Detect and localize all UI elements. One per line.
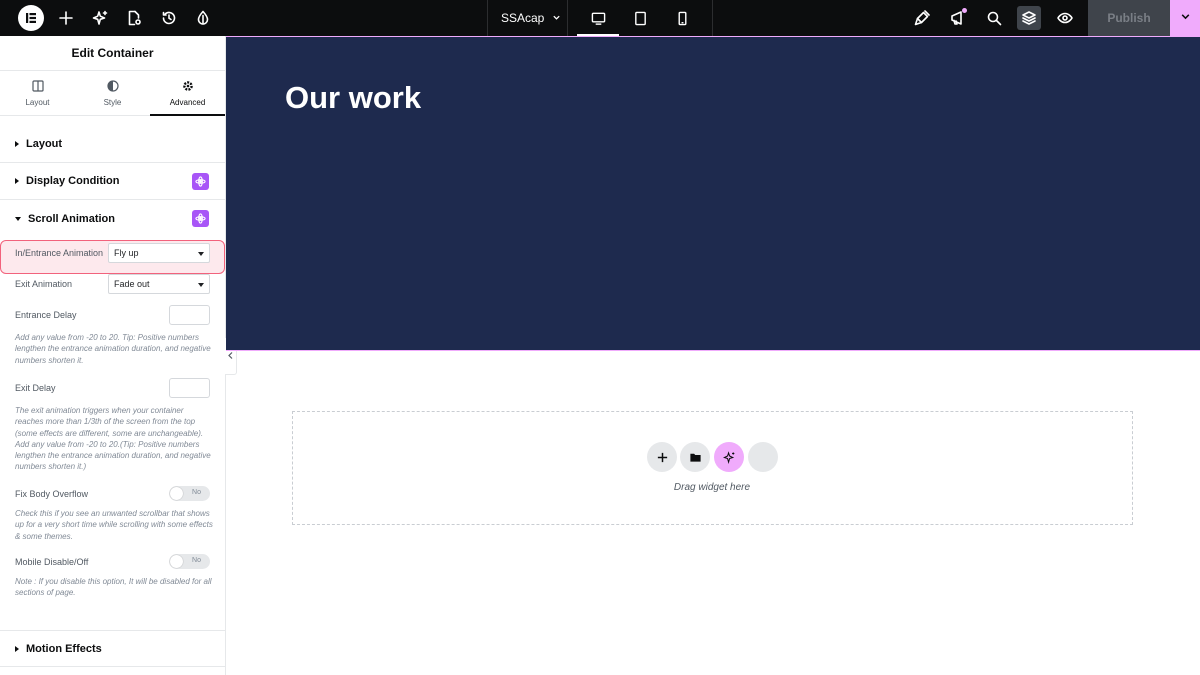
structure-icon[interactable] — [1017, 6, 1041, 30]
caret-right-icon — [15, 178, 19, 184]
chevron-down-icon — [1180, 9, 1191, 27]
caret-right-icon — [15, 141, 19, 147]
device-switcher — [569, 0, 713, 36]
exit-animation-select[interactable]: Fade out — [108, 274, 210, 294]
entrance-delay-input[interactable] — [169, 305, 210, 325]
select-value: Fly up — [114, 248, 139, 258]
template-library-icon[interactable] — [680, 442, 710, 472]
mobile-icon[interactable] — [661, 0, 703, 36]
tab-label: Layout — [25, 97, 50, 107]
exit-delay-note: The exit animation triggers when your co… — [15, 406, 211, 472]
exit-delay-label: Exit Delay — [15, 383, 56, 393]
section-layout[interactable]: Layout — [0, 126, 225, 163]
mobile-disable-label: Mobile Disable/Off — [15, 556, 89, 567]
desktop-icon[interactable] — [577, 0, 619, 36]
toggle-knob — [170, 555, 183, 568]
elementor-logo-icon[interactable] — [18, 5, 44, 31]
mobile-disable-note: Note : If you disable this option, It wi… — [15, 577, 212, 598]
section-label: Motion Effects — [26, 642, 102, 655]
drop-zone-label: Drag widget here — [673, 482, 751, 493]
page-heading[interactable]: Our work — [285, 80, 421, 116]
chevron-left-icon — [227, 351, 234, 362]
mobile-disable-toggle[interactable]: No — [169, 554, 210, 569]
entrance-delay-note: Add any value from -20 to 20. Tip: Posit… — [15, 333, 211, 365]
gear-icon — [182, 80, 194, 98]
toggle-text: No — [192, 557, 201, 564]
exit-delay-input[interactable] — [169, 378, 210, 398]
fix-overflow-label: Fix Body Overflow — [15, 488, 89, 499]
ai-sparkle-icon[interactable] — [88, 6, 112, 30]
tab-layout[interactable]: Layout — [0, 71, 75, 115]
caret-down-icon — [15, 216, 21, 221]
exit-delay-control: Exit Delay — [0, 378, 226, 398]
fix-overflow-toggle[interactable]: No — [169, 486, 210, 501]
panel-tabs: Layout Style Advanced — [0, 71, 225, 116]
site-name-label: SSAcap — [501, 11, 545, 25]
section-label: Layout — [26, 138, 63, 150]
site-settings-icon[interactable] — [191, 6, 215, 30]
exit-animation-label: Exit Animation — [15, 279, 73, 289]
tab-advanced[interactable]: Advanced — [150, 71, 225, 116]
tab-label: Style — [103, 97, 122, 107]
add-element-icon[interactable] — [54, 6, 78, 30]
style-icon — [106, 79, 119, 98]
section-motion-effects[interactable]: Motion Effects — [0, 630, 226, 667]
chevron-down-icon — [552, 11, 561, 25]
add-widget-icon[interactable] — [647, 442, 677, 472]
widget-drop-zone[interactable] — [292, 411, 1133, 525]
caret-right-icon — [15, 645, 19, 652]
pro-feature-icon — [192, 173, 209, 190]
hero-container[interactable]: Our work — [226, 36, 1200, 351]
entrance-delay-control: Entrance Delay — [0, 305, 226, 325]
page-settings-icon[interactable] — [122, 6, 146, 30]
tablet-icon[interactable] — [619, 0, 661, 36]
whats-new-icon[interactable] — [946, 6, 970, 30]
exit-animation-control: Exit Animation Fade out — [0, 274, 226, 294]
select-value: Fade out — [114, 279, 150, 289]
site-name-dropdown[interactable]: SSAcap — [487, 0, 568, 36]
section-scroll-animation[interactable]: Scroll Animation — [0, 200, 225, 237]
tab-style[interactable]: Style — [75, 71, 150, 115]
toggle-text: No — [192, 489, 201, 496]
section-label: Scroll Animation — [28, 212, 115, 225]
entrance-animation-control: In/Entrance Animation Fly up — [0, 243, 226, 263]
publish-button[interactable]: Publish — [1088, 0, 1170, 36]
integrations-icon[interactable] — [910, 6, 934, 30]
fix-overflow-note: Check this if you see an unwanted scroll… — [15, 509, 213, 541]
mobile-disable-control: Mobile Disable/Off No — [0, 554, 226, 569]
layout-icon — [31, 79, 44, 98]
notification-dot — [962, 8, 967, 13]
entrance-animation-select[interactable]: Fly up — [108, 243, 210, 263]
tab-label: Advanced — [169, 97, 206, 107]
history-icon[interactable] — [157, 6, 181, 30]
search-icon[interactable] — [982, 6, 1006, 30]
more-options-icon[interactable] — [748, 442, 778, 472]
caret-down-icon — [198, 283, 204, 287]
section-label: Display Condition — [26, 175, 120, 187]
entrance-delay-label: Entrance Delay — [15, 310, 77, 320]
section-display-condition[interactable]: Display Condition — [0, 163, 225, 200]
fix-overflow-control: Fix Body Overflow No — [0, 486, 226, 501]
top-bar: SSAcap Publish — [0, 0, 1200, 36]
panel-title: Edit Container — [0, 36, 225, 71]
publish-options-button[interactable] — [1170, 0, 1200, 36]
ai-sparkle-icon[interactable] — [714, 442, 744, 472]
caret-down-icon — [198, 252, 204, 256]
preview-icon[interactable] — [1053, 6, 1077, 30]
toggle-knob — [170, 487, 183, 500]
pro-feature-icon — [192, 210, 209, 227]
entrance-animation-label: In/Entrance Animation — [15, 248, 104, 258]
